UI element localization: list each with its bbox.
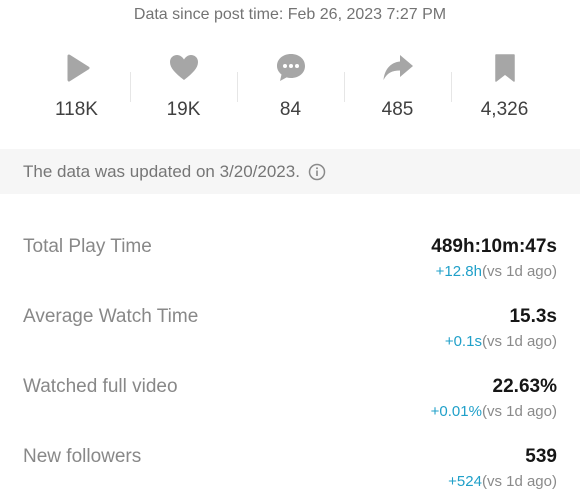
metric-average-watch-time: Average Watch Time 15.3s +0.1s(vs 1d ago…: [0, 306, 580, 372]
stat-likes-value: 19K: [166, 99, 201, 120]
data-since-text: Data since post time: Feb 26, 2023 7:27 …: [133, 6, 447, 23]
metric-new-followers: New followers 539 +524(vs 1d ago): [0, 446, 580, 501]
delta-value: +524: [448, 473, 482, 490]
info-icon[interactable]: [308, 163, 326, 181]
delta-compare: (vs 1d ago): [481, 333, 557, 350]
metric-value: 539: [525, 446, 557, 467]
heart-icon: [167, 51, 201, 85]
metric-label: New followers: [23, 446, 142, 467]
data-updated-text: The data was updated on 3/20/2023.: [23, 161, 300, 181]
metric-total-play-time: Total Play Time 489h:10m:47s +12.8h(vs 1…: [0, 236, 580, 302]
delta-compare: (vs 1d ago): [481, 403, 557, 420]
stat-saves: 4,326: [451, 46, 558, 136]
metric-value: 22.63%: [492, 376, 557, 397]
stat-comments: 84: [237, 46, 344, 136]
metric-label: Watched full video: [23, 376, 178, 397]
metric-label: Average Watch Time: [23, 306, 199, 327]
delta-value: +0.1s: [444, 333, 482, 350]
share-icon: [381, 51, 415, 85]
delta-value: +0.01%: [430, 403, 482, 420]
metric-delta: +524(vs 1d ago): [448, 473, 557, 490]
comment-icon: [274, 51, 308, 85]
metric-value: 15.3s: [509, 306, 557, 327]
delta-value: +12.8h: [435, 263, 482, 280]
engagement-stats-row: 118K 19K 84 485 4,326: [23, 46, 558, 136]
stat-saves-value: 4,326: [480, 99, 529, 120]
stat-likes: 19K: [130, 46, 237, 136]
bookmark-icon: [488, 51, 522, 85]
delta-compare: (vs 1d ago): [481, 473, 557, 490]
stat-shares-value: 485: [381, 99, 414, 120]
stat-plays-value: 118K: [55, 99, 98, 120]
stat-comments-value: 84: [279, 99, 302, 120]
metric-delta: +12.8h(vs 1d ago): [436, 263, 557, 280]
stat-plays: 118K: [23, 46, 130, 136]
metric-value: 489h:10m:47s: [431, 236, 557, 257]
metric-label: Total Play Time: [23, 236, 152, 257]
metric-delta: +0.1s(vs 1d ago): [445, 333, 557, 350]
delta-compare: (vs 1d ago): [481, 263, 557, 280]
stat-shares: 485: [344, 46, 451, 136]
metric-watched-full-video: Watched full video 22.63% +0.01%(vs 1d a…: [0, 376, 580, 442]
data-updated-banner: The data was updated on 3/20/2023.: [0, 149, 580, 194]
video-analytics-page: Data since post time: Feb 26, 2023 7:27 …: [0, 0, 580, 501]
metric-delta: +0.01%(vs 1d ago): [431, 403, 557, 420]
play-icon: [60, 51, 94, 85]
